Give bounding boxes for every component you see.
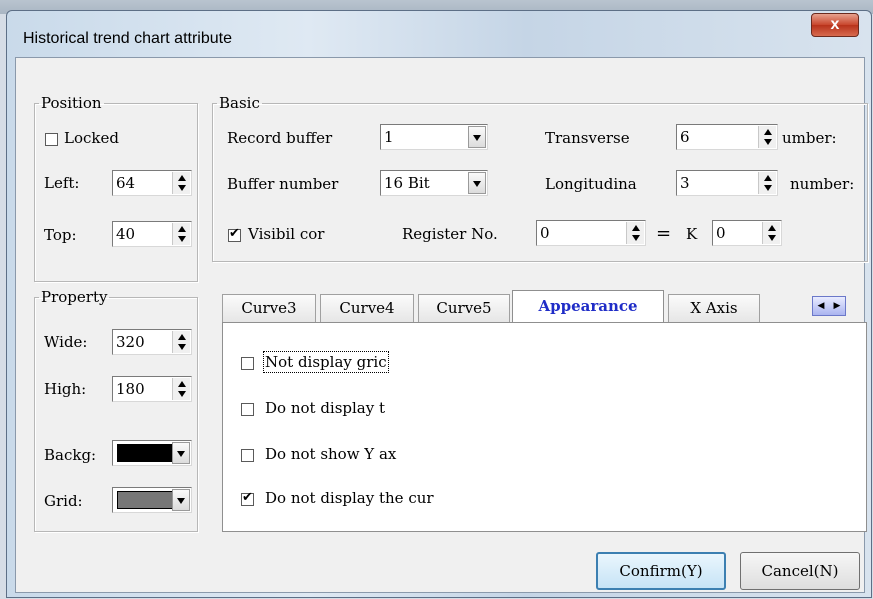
tab-appearance[interactable]: Appearance <box>512 290 664 322</box>
option-not-display-t-label: Do not display t <box>265 399 386 417</box>
buffer-number-dropdown-icon[interactable] <box>468 172 486 194</box>
left-stepper[interactable]: 64 <box>112 170 192 196</box>
transverse-suffix: umber: <box>782 129 837 147</box>
left-spin-arrows[interactable] <box>172 172 190 194</box>
transverse-stepper[interactable]: 6 <box>676 124 778 150</box>
transverse-value: 6 <box>680 128 690 146</box>
register-spin-arrows[interactable] <box>626 222 644 244</box>
longitudinal-stepper[interactable]: 3 <box>676 170 778 196</box>
dialog-title: Historical trend chart attribute <box>23 30 232 47</box>
grid-color-select[interactable] <box>112 487 192 513</box>
visibility-checkbox[interactable] <box>228 226 241 242</box>
top-label: Top: <box>44 226 77 244</box>
option-not-display-cur-label: Do not display the cur <box>265 489 434 507</box>
close-button[interactable]: x <box>811 13 859 37</box>
longitudinal-suffix: number: <box>790 175 855 193</box>
locked-checkbox[interactable] <box>45 133 58 146</box>
wide-stepper[interactable]: 320 <box>112 329 192 355</box>
cancel-button[interactable]: Cancel(N) <box>740 552 860 590</box>
k-value: 0 <box>716 224 726 242</box>
visibility-label: Visibil cor <box>248 225 325 243</box>
buffer-number-value: 16 Bit <box>384 174 430 192</box>
left-value: 64 <box>116 174 136 192</box>
record-buffer-select[interactable]: 1 <box>380 124 488 150</box>
k-label: K <box>686 225 698 243</box>
record-buffer-value: 1 <box>384 128 394 146</box>
tab-x-axis[interactable]: X Axis <box>668 294 760 322</box>
transverse-spin-arrows[interactable] <box>758 126 776 148</box>
high-value: 180 <box>116 380 145 398</box>
register-stepper[interactable]: 0 <box>536 220 646 246</box>
top-stepper[interactable]: 40 <box>112 221 192 247</box>
grid-label: Grid: <box>44 492 83 510</box>
basic-legend: Basic <box>219 94 260 112</box>
option-not-show-y-axis-checkbox[interactable] <box>241 449 254 462</box>
k-stepper[interactable]: 0 <box>712 220 782 246</box>
register-label: Register No. <box>402 225 498 243</box>
grid-dropdown-icon[interactable] <box>172 489 190 511</box>
confirm-button[interactable]: Confirm(Y) <box>596 552 726 590</box>
grid-color-swatch <box>117 491 175 509</box>
longitudinal-value: 3 <box>680 174 690 192</box>
buffer-number-label: Buffer number <box>227 175 339 193</box>
k-spin-arrows[interactable] <box>762 222 780 244</box>
backg-dropdown-icon[interactable] <box>172 442 190 464</box>
tab-scroll-right-icon[interactable]: ▶ <box>834 301 841 311</box>
record-buffer-dropdown-icon[interactable] <box>468 126 486 148</box>
backg-label: Backg: <box>44 446 97 464</box>
option-not-display-cur-checkbox[interactable] <box>241 490 254 506</box>
backg-color-swatch <box>117 444 175 462</box>
tab-curve4[interactable]: Curve4 <box>320 294 414 322</box>
record-buffer-label: Record buffer <box>227 129 333 147</box>
option-not-display-grid-label: Not display gric <box>263 351 389 373</box>
equals-sign: = <box>656 223 672 244</box>
high-spin-arrows[interactable] <box>172 378 190 400</box>
option-not-display-t-checkbox[interactable] <box>241 403 254 416</box>
longitudinal-label: Longitudina <box>545 175 637 193</box>
tab-curve3[interactable]: Curve3 <box>222 294 316 322</box>
property-legend: Property <box>41 288 108 306</box>
tab-strip: Curve3 Curve4 Curve5 Appearance X Axis ◀… <box>222 290 867 322</box>
wide-label: Wide: <box>44 333 88 351</box>
tab-scroll-buttons[interactable]: ◀ ▶ <box>812 296 846 316</box>
dialog-client-area: Position Locked Left: 64 Top: 40 Basic R… <box>15 57 868 593</box>
buffer-number-select[interactable]: 16 Bit <box>380 170 488 196</box>
backg-color-select[interactable] <box>112 440 192 466</box>
title-bar[interactable]: Historical trend chart attribute x <box>7 11 871 57</box>
high-stepper[interactable]: 180 <box>112 376 192 402</box>
tab-curve5[interactable]: Curve5 <box>418 294 510 322</box>
wide-value: 320 <box>116 333 145 351</box>
position-legend: Position <box>41 94 102 112</box>
top-value: 40 <box>116 225 136 243</box>
register-value: 0 <box>540 224 550 242</box>
option-not-display-grid-checkbox[interactable] <box>241 357 254 370</box>
top-spin-arrows[interactable] <box>172 223 190 245</box>
locked-label: Locked <box>64 129 119 147</box>
high-label: High: <box>44 380 87 398</box>
appearance-tab-panel: Not display gric Do not display t Do not… <box>222 322 867 532</box>
left-label: Left: <box>44 174 80 192</box>
option-not-show-y-axis-label: Do not show Y ax <box>265 445 397 463</box>
wide-spin-arrows[interactable] <box>172 331 190 353</box>
dialog-window: Historical trend chart attribute x Posit… <box>6 10 872 598</box>
transverse-label: Transverse <box>545 129 630 147</box>
longitudinal-spin-arrows[interactable] <box>758 172 776 194</box>
tab-scroll-left-icon[interactable]: ◀ <box>818 301 825 311</box>
